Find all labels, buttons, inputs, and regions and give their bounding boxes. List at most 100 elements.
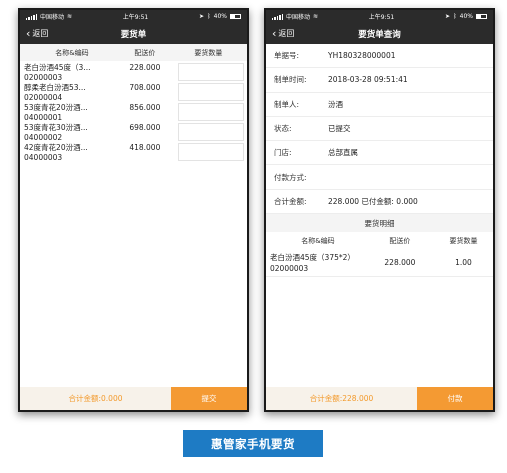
column-header-price: 配送价 xyxy=(389,236,411,245)
page-title: 要货单查询 xyxy=(358,29,401,40)
bluetooth-icon: ᛒ xyxy=(453,13,457,20)
product-cell: 老白汾酒45度（375*2） 02000003 xyxy=(266,252,366,274)
carrier-label: 中国移动 xyxy=(39,14,64,21)
pay-button[interactable]: 付款 xyxy=(417,387,493,410)
product-cell: 老白汾酒45度（3... 02000003 xyxy=(20,63,120,83)
status-time: 上午9:51 xyxy=(368,14,395,21)
product-code: 02000003 xyxy=(24,73,63,82)
carrier-label: 中国移动 xyxy=(285,14,310,21)
product-code: 02000004 xyxy=(24,93,63,102)
price-cell: 708.000 xyxy=(129,83,161,92)
chevron-left-icon: ‹ xyxy=(26,27,31,40)
field-status: 状态: 已提交 xyxy=(266,117,493,142)
field-label: 门店: xyxy=(274,148,292,158)
product-code: 02000003 xyxy=(270,263,309,273)
order-list: 老白汾酒45度（3... 02000003 228.000 醇柔老白汾酒53..… xyxy=(20,61,247,162)
table-row: 53度青花20汾酒... 04000001 856.000 xyxy=(20,101,247,123)
field-label: 合计金额: xyxy=(274,196,307,206)
quantity-input[interactable] xyxy=(177,63,244,81)
status-time: 上午9:51 xyxy=(122,14,149,21)
bottom-bar: 合计金额:0.000 提交 xyxy=(20,387,247,410)
table-row: 醇柔老白汾酒53... 02000004 708.000 xyxy=(20,81,247,103)
field-order-number: 单据号: YH180328000001 xyxy=(266,44,493,69)
total-amount: 合计金额:228.000 xyxy=(266,387,417,410)
bluetooth-icon: ᛒ xyxy=(207,13,211,20)
field-label: 单据号: xyxy=(274,51,300,61)
table-header: 名称&编码 配送价 要货数量 xyxy=(20,44,247,61)
product-name: 老白汾酒45度（3... xyxy=(24,63,91,72)
product-name: 老白汾酒45度（375*2） xyxy=(270,252,355,262)
nav-bar: ‹ 返回 要货单 xyxy=(20,23,247,44)
price-cell: 418.000 xyxy=(129,143,161,152)
signal-icon xyxy=(26,13,37,20)
product-name: 42度青花20汾酒... xyxy=(24,143,88,152)
signal-icon xyxy=(272,13,283,20)
back-button[interactable]: ‹ 返回 xyxy=(272,23,294,44)
detail-section-title: 要货明细 xyxy=(266,214,493,233)
phone-order-form: 中国移动 ≋ 上午9:51 ➤ ᛒ 40% ‹ 返回 要货单 名称&编码 配送价… xyxy=(18,8,249,412)
quantity-input[interactable] xyxy=(177,83,244,101)
column-header-qty: 要货数量 xyxy=(194,48,223,57)
caption-banner: 惠管家手机要货 xyxy=(183,430,323,457)
price-cell: 856.000 xyxy=(129,103,161,112)
field-label: 制单时间: xyxy=(274,75,307,85)
back-button[interactable]: ‹ 返回 xyxy=(26,23,48,44)
total-amount: 合计金额:0.000 xyxy=(20,387,171,410)
field-total-amount: 合计金额: 228.000 已付金额: 0.000 xyxy=(266,190,493,215)
wifi-icon: ≋ xyxy=(66,13,72,20)
nav-bar: ‹ 返回 要货单查询 xyxy=(266,23,493,44)
quantity-input[interactable] xyxy=(177,143,244,161)
price-cell: 698.000 xyxy=(129,123,161,132)
submit-button[interactable]: 提交 xyxy=(171,387,247,410)
table-row: 42度青花20汾酒... 04000003 418.000 xyxy=(20,141,247,162)
field-label: 付款方式: xyxy=(274,172,307,182)
battery-icon xyxy=(476,14,487,19)
back-label: 返回 xyxy=(278,29,295,38)
battery-icon xyxy=(230,14,241,19)
bottom-bar: 合计金额:228.000 付款 xyxy=(266,387,493,410)
product-code: 04000001 xyxy=(24,113,63,122)
field-value: YH180328000001 xyxy=(328,51,396,61)
field-payment-method: 付款方式: xyxy=(266,165,493,190)
field-creator: 制单人: 汾酒 xyxy=(266,93,493,117)
page-title: 要货单 xyxy=(120,29,147,40)
quantity-input[interactable] xyxy=(177,123,244,141)
quantity-input[interactable] xyxy=(177,103,244,121)
product-name: 53度青花30汾酒... xyxy=(24,123,88,132)
field-label: 状态: xyxy=(274,124,292,134)
table-row: 老白汾酒45度（375*2） 02000003 228.000 1.00 xyxy=(266,249,493,278)
product-name: 53度青花20汾酒... xyxy=(24,103,88,112)
quantity-cell: 1.00 xyxy=(455,258,472,268)
field-value: 228.000 已付金额: 0.000 xyxy=(328,196,418,206)
status-bar: 中国移动 ≋ 上午9:51 ➤ ᛒ 40% xyxy=(266,10,493,23)
product-cell: 53度青花20汾酒... 04000001 xyxy=(20,103,120,123)
top-bar: 中国移动 ≋ 上午9:51 ➤ ᛒ 40% ‹ 返回 要货单 xyxy=(20,10,247,44)
product-cell: 醇柔老白汾酒53... 02000004 xyxy=(20,83,120,103)
column-header-name: 名称&编码 xyxy=(301,236,335,245)
detail-table-header: 名称&编码 配送价 要货数量 xyxy=(266,232,493,250)
location-icon: ➤ xyxy=(199,13,205,20)
product-code: 04000003 xyxy=(24,153,63,162)
back-label: 返回 xyxy=(32,29,49,38)
battery-percent: 40% xyxy=(459,13,473,20)
chevron-left-icon: ‹ xyxy=(272,27,277,40)
order-form-screen: 中国移动 ≋ 上午9:51 ➤ ᛒ 40% ‹ 返回 要货单 名称&编码 配送价… xyxy=(20,10,247,410)
order-info: 单据号: YH180328000001 制单时间: 2018-03-28 09:… xyxy=(266,44,493,215)
field-value: 汾酒 xyxy=(328,99,343,109)
column-header-price: 配送价 xyxy=(134,48,156,57)
wifi-icon: ≋ xyxy=(312,13,318,20)
product-code: 04000002 xyxy=(24,133,63,142)
top-bar: 中国移动 ≋ 上午9:51 ➤ ᛒ 40% ‹ 返回 要货单查询 xyxy=(266,10,493,44)
order-query-screen: 中国移动 ≋ 上午9:51 ➤ ᛒ 40% ‹ 返回 要货单查询 单据号: YH… xyxy=(266,10,493,410)
field-label: 制单人: xyxy=(274,99,300,109)
price-cell: 228.000 xyxy=(129,63,161,72)
field-created-time: 制单时间: 2018-03-28 09:51:41 xyxy=(266,68,493,93)
product-name: 醇柔老白汾酒53... xyxy=(24,83,86,92)
column-header-name: 名称&编码 xyxy=(55,48,89,57)
status-bar: 中国移动 ≋ 上午9:51 ➤ ᛒ 40% xyxy=(20,10,247,23)
table-row: 53度青花30汾酒... 04000002 698.000 xyxy=(20,121,247,143)
phone-order-query: 中国移动 ≋ 上午9:51 ➤ ᛒ 40% ‹ 返回 要货单查询 单据号: YH… xyxy=(264,8,495,412)
battery-percent: 40% xyxy=(213,13,227,20)
field-store: 门店: 总部直属 xyxy=(266,141,493,166)
product-cell: 53度青花30汾酒... 04000002 xyxy=(20,123,120,143)
